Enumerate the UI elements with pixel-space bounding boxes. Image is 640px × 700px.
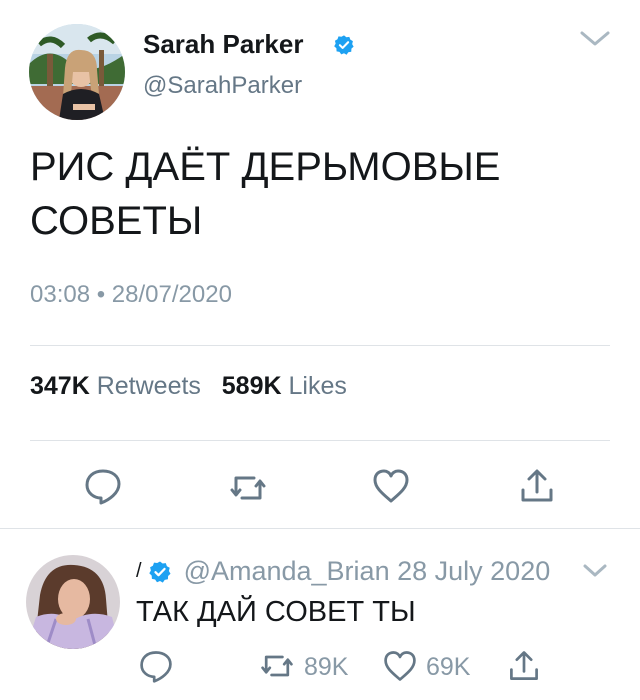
heart-icon[interactable] bbox=[382, 648, 418, 684]
chevron-down-icon[interactable] bbox=[578, 28, 612, 50]
verified-badge-icon bbox=[333, 34, 355, 56]
reply-author-avatar[interactable] bbox=[26, 555, 120, 649]
reply-author-handle[interactable]: @Amanda_Brian bbox=[184, 556, 390, 587]
author-name[interactable]: Sarah Parker bbox=[143, 29, 303, 60]
retweets-label[interactable]: Retweets bbox=[97, 372, 201, 400]
divider bbox=[0, 528, 640, 529]
reply-icon[interactable] bbox=[83, 466, 123, 506]
divider bbox=[30, 440, 610, 441]
divider bbox=[30, 345, 610, 346]
share-icon[interactable] bbox=[506, 648, 542, 684]
reply-text: ТАК ДАЙ СОВЕТ ТЫ bbox=[136, 596, 416, 628]
likes-label[interactable]: Likes bbox=[289, 372, 347, 400]
tweet-timestamp[interactable]: 03:08 • 28/07/2020 bbox=[30, 281, 232, 309]
retweets-count[interactable]: 347K bbox=[30, 372, 90, 400]
tweet-stats: 347K Retweets 589K Likes bbox=[30, 372, 347, 401]
chevron-down-icon[interactable] bbox=[582, 562, 608, 580]
reply-likes-count: 69K bbox=[426, 653, 471, 681]
retweet-icon[interactable] bbox=[228, 468, 268, 508]
heart-icon[interactable] bbox=[371, 466, 411, 506]
likes-count[interactable]: 589K bbox=[222, 372, 282, 400]
reply-author-name[interactable]: / bbox=[136, 560, 142, 583]
author-handle[interactable]: @SarahParker bbox=[143, 72, 302, 100]
author-avatar[interactable] bbox=[29, 24, 125, 120]
share-icon[interactable] bbox=[517, 466, 557, 506]
reply-retweets-count: 89K bbox=[304, 653, 349, 681]
reply-date[interactable]: 28 July 2020 bbox=[397, 556, 550, 587]
verified-badge-icon bbox=[148, 560, 172, 584]
reply-icon[interactable] bbox=[138, 648, 174, 684]
retweet-icon[interactable] bbox=[258, 648, 296, 684]
tweet-text: РИС ДАЁТ ДЕРЬМОВЫЕ СОВЕТЫ bbox=[30, 145, 501, 243]
reply-header: / @Amanda_Brian 28 July 2020 bbox=[136, 556, 550, 587]
